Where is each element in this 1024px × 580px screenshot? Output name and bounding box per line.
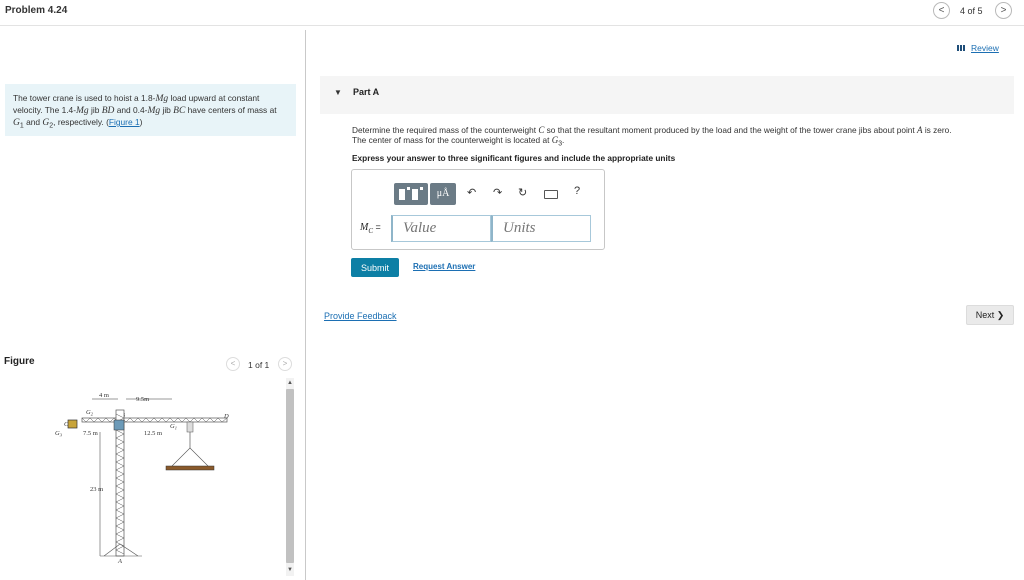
chevron-right-icon: ❯ [996, 309, 1005, 320]
redo-icon[interactable]: ↷ [493, 186, 502, 199]
label-23m: 23 m [90, 486, 103, 493]
figure-scroll-thumb[interactable] [286, 389, 294, 563]
unit-mg: Mg [76, 106, 89, 116]
question-fragment: Determine the required mass of the count… [352, 125, 539, 135]
provide-feedback-link[interactable]: Provide Feedback [324, 311, 397, 321]
prev-problem-button[interactable]: < [933, 2, 950, 19]
top-bar: Problem 4.24 < 4 of 5 > [0, 0, 1024, 26]
undo-icon[interactable]: ↶ [467, 186, 476, 199]
operator-cab [113, 419, 125, 431]
g1-symbol: G [13, 118, 20, 128]
label-7-5m: 7.5 m [83, 430, 98, 437]
intro-text: ) [139, 117, 143, 127]
review-icon [957, 45, 965, 51]
label-9-5m: 9.5m [136, 396, 149, 403]
trolley [186, 421, 194, 433]
help-icon[interactable]: ? [574, 185, 580, 197]
intro-text: and [23, 117, 43, 127]
intro-text: jib [160, 105, 174, 115]
label-g1: G1 [170, 423, 177, 431]
figure-heading: Figure [4, 356, 35, 367]
load-slings [171, 447, 209, 467]
label-12-5m: 12.5 m [144, 430, 162, 437]
label-a: A [117, 558, 122, 565]
next-label: Next [975, 309, 995, 320]
figure-link[interactable]: Figure 1 [109, 117, 140, 127]
label-4m: 4 m [99, 392, 109, 399]
next-figure-button[interactable]: > [278, 357, 292, 371]
question-fragment: . [562, 135, 565, 145]
problem-pager: 4 of 5 [960, 6, 983, 16]
crane-figure: 4 m 9.5m G2 B D C G3 7.5 m G1 12.5 m 23 … [55, 392, 229, 565]
unit-mg: Mg [155, 94, 169, 104]
intro-text: The tower crane is used to hoist a 1.8- [13, 93, 156, 103]
counterweight [67, 419, 78, 429]
part-title: Part A [353, 87, 380, 97]
scroll-down-arrow[interactable]: ▼ [286, 566, 294, 575]
answer-instructions: Express your answer to three significant… [352, 153, 676, 163]
templates-button[interactable] [394, 183, 428, 205]
intro-text: have centers of mass at [185, 105, 277, 115]
question-text: Determine the required mass of the count… [352, 125, 1012, 150]
jib-bc: BC [173, 106, 186, 116]
keyboard-icon[interactable] [544, 190, 558, 199]
label-g3: G3 [55, 430, 63, 438]
label-g2: G2 [86, 409, 94, 417]
load [165, 465, 215, 471]
jib-bd: BD [101, 106, 115, 116]
reset-icon[interactable]: ↻ [518, 186, 527, 199]
unit-mg: Mg [147, 106, 161, 116]
templates-icon [399, 187, 423, 200]
request-answer-link[interactable]: Request Answer [413, 262, 475, 271]
column-divider [305, 30, 306, 580]
problem-statement: The tower crane is used to hoist a 1.8-M… [5, 84, 296, 136]
submit-button[interactable]: Submit [351, 258, 399, 277]
next-problem-button[interactable]: > [995, 2, 1012, 19]
intro-text: jib [88, 105, 102, 115]
intro-text: , respectively. ( [53, 117, 109, 127]
prev-figure-button[interactable]: < [226, 357, 240, 371]
question-fragment: so that the resultant moment produced by… [544, 125, 918, 135]
answer-label: MC = [360, 222, 381, 235]
question-fragment: is zero. [922, 125, 952, 135]
intro-text: and 0.4- [114, 105, 148, 115]
collapse-arrow-icon[interactable]: ▼ [334, 88, 342, 97]
problem-title: Problem 4.24 [5, 5, 68, 16]
review-link[interactable]: Review [971, 43, 999, 53]
units-button[interactable]: μÅ [430, 183, 456, 205]
figure-pager: 1 of 1 [248, 360, 270, 370]
part-header[interactable] [320, 76, 1014, 114]
value-input[interactable] [391, 215, 491, 242]
scroll-up-arrow[interactable]: ▲ [286, 379, 294, 388]
next-button[interactable]: Next ❯ [966, 305, 1014, 325]
units-input[interactable] [491, 215, 591, 242]
question-fragment: The center of mass for the counterweight… [352, 135, 552, 145]
